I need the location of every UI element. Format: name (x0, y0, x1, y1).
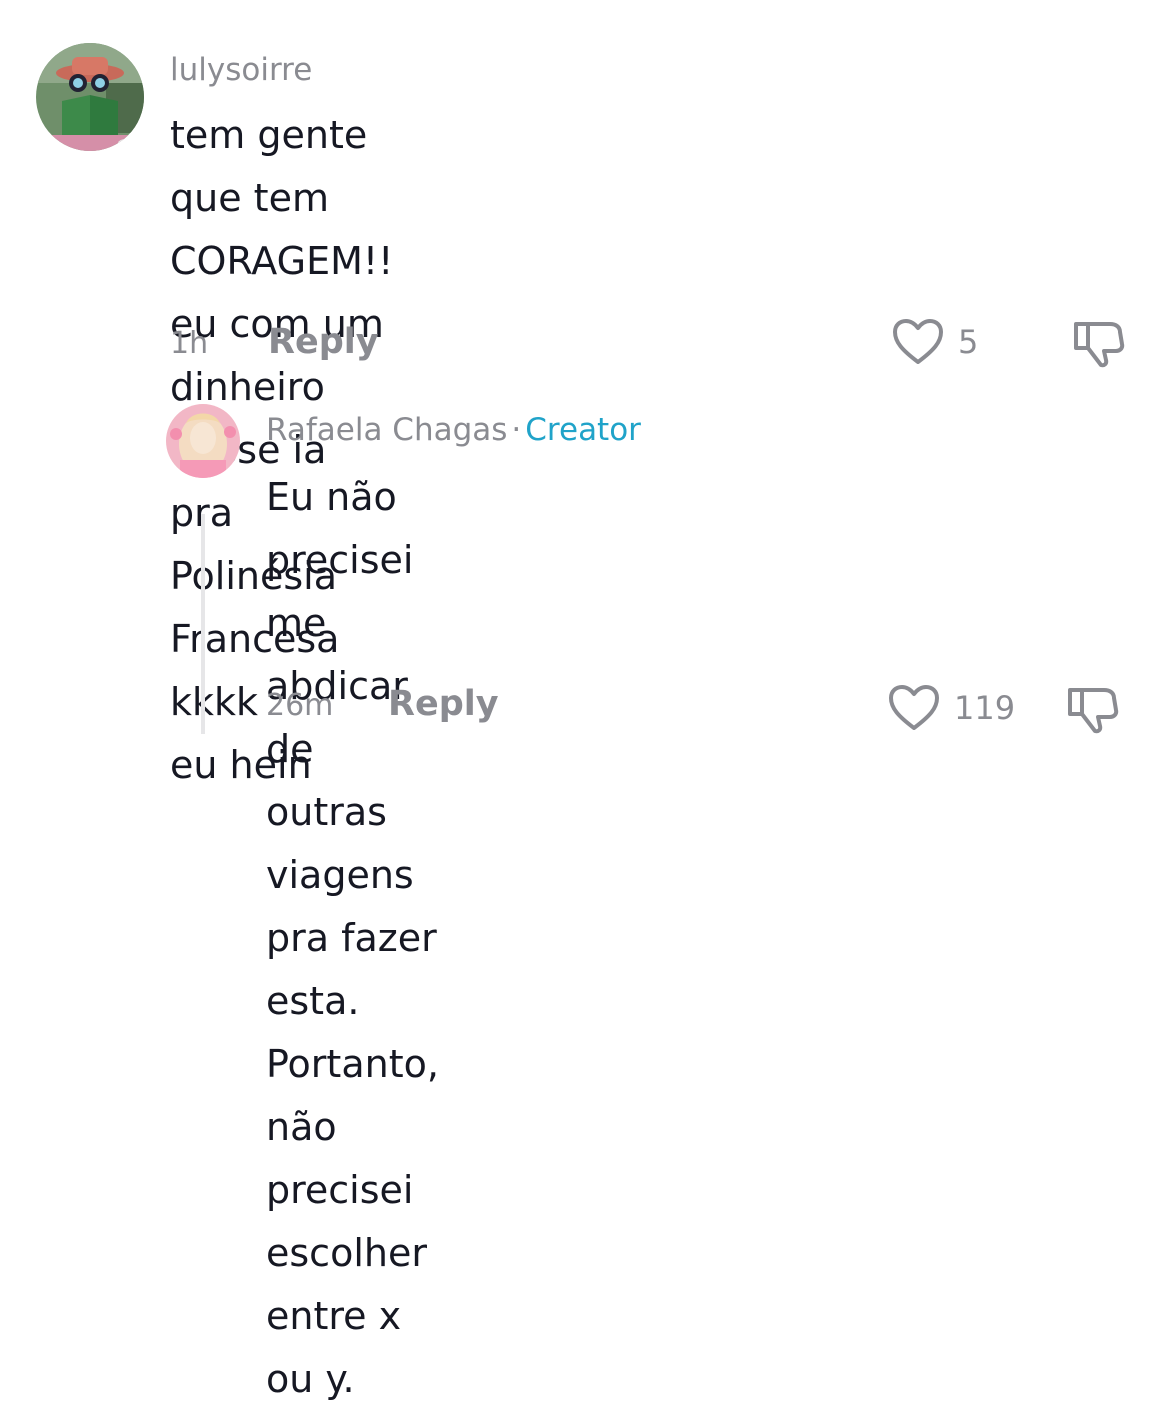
creator-avatar-image (166, 404, 240, 478)
reply-text-line: Eu não precisei me abdicar de outras (266, 475, 414, 834)
thumbs-down-icon (1068, 688, 1119, 734)
creator-avatar[interactable] (166, 404, 240, 478)
creator-username[interactable]: Rafaela Chagas (266, 412, 507, 448)
like-count: 119 (954, 689, 1016, 727)
reply-text-line: viagens pra fazer esta. Portanto, não (266, 853, 439, 1149)
reply-button[interactable]: Reply (268, 322, 379, 362)
dislike-button[interactable] (1066, 684, 1120, 738)
like-button[interactable]: 5 (892, 318, 978, 366)
comment-timestamp: 1h (170, 326, 209, 361)
reply-text-line: precisei escolher entre x ou y. (266, 1168, 427, 1401)
separator-dot: · (511, 412, 522, 448)
creator-badge: Creator (525, 412, 641, 448)
cartoon-avatar-image (36, 43, 144, 151)
comment-text-line: tem gente que tem CORAGEM!! eu com um (170, 113, 394, 346)
creator-username-line: Rafaela Chagas · Creator (266, 412, 641, 448)
reply-button[interactable]: Reply (388, 684, 499, 724)
like-count: 5 (958, 323, 979, 361)
commenter-avatar[interactable] (36, 43, 144, 151)
thumbs-down-icon (1074, 322, 1125, 368)
commenter-username[interactable]: lulysoirre (170, 52, 312, 88)
like-button[interactable]: 119 (888, 684, 1015, 732)
reply-thread-line (201, 514, 205, 734)
heart-icon (893, 319, 943, 364)
reply-text: Eu não precisei me abdicar de outras via… (266, 466, 439, 1411)
heart-icon (889, 685, 939, 730)
reply-timestamp: 26m (266, 688, 334, 723)
dislike-button[interactable] (1072, 318, 1126, 372)
